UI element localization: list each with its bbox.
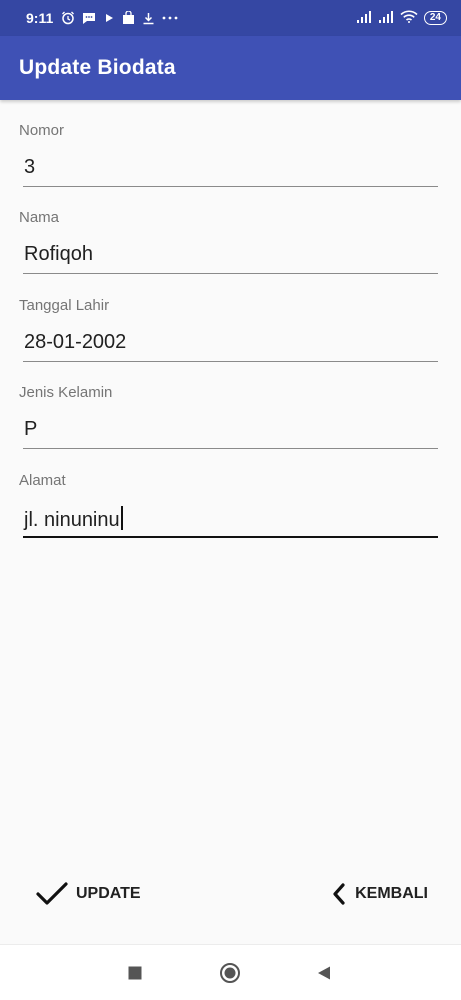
status-time: 9:11 xyxy=(26,10,54,26)
nama-underline xyxy=(23,273,438,274)
alamat-input[interactable]: jl. ninuninu xyxy=(24,506,123,532)
kembali-label: KEMBALI xyxy=(355,885,428,902)
jenis-kelamin-label: Jenis Kelamin xyxy=(19,384,113,401)
nama-input[interactable]: Rofiqoh xyxy=(24,243,93,266)
signal-icon xyxy=(356,10,372,26)
alamat-value: jl. ninuninu xyxy=(24,509,120,531)
recents-icon xyxy=(128,966,142,980)
check-icon xyxy=(36,882,68,905)
more-icon xyxy=(162,16,178,20)
jenis-kelamin-field[interactable]: Jenis Kelamin P xyxy=(19,384,438,449)
back-icon xyxy=(318,966,330,980)
jenis-kelamin-underline xyxy=(23,448,438,449)
alamat-label: Alamat xyxy=(19,472,66,489)
nama-label: Nama xyxy=(19,209,60,226)
alamat-underline xyxy=(23,536,438,538)
download-icon xyxy=(142,12,155,25)
nomor-field[interactable]: Nomor 3 xyxy=(19,122,438,187)
update-label: UPDATE xyxy=(76,885,141,902)
page-title: Update Biodata xyxy=(19,56,176,79)
wifi-icon xyxy=(400,10,418,26)
shop-icon xyxy=(122,11,135,25)
play-icon xyxy=(103,12,115,24)
home-button[interactable] xyxy=(210,953,250,993)
signal-icon xyxy=(378,10,394,26)
update-button[interactable]: UPDATE xyxy=(36,876,141,912)
home-icon xyxy=(220,963,240,983)
nama-field[interactable]: Nama Rofiqoh xyxy=(19,209,438,274)
status-bar: 9:11 24 xyxy=(0,0,461,36)
tanggal-lahir-input[interactable]: 28-01-2002 xyxy=(24,331,126,354)
text-cursor xyxy=(120,506,123,530)
nomor-label: Nomor xyxy=(19,122,65,139)
tanggal-lahir-underline xyxy=(23,361,438,362)
nomor-underline xyxy=(23,186,438,187)
tanggal-lahir-field[interactable]: Tanggal Lahir 28-01-2002 xyxy=(19,297,438,362)
alarm-icon xyxy=(61,11,75,25)
back-button[interactable] xyxy=(304,953,344,993)
battery-icon: 24 xyxy=(423,11,447,25)
chevron-left-icon xyxy=(333,883,345,905)
kembali-button[interactable]: KEMBALI xyxy=(331,876,428,912)
navigation-bar xyxy=(0,944,461,1000)
message-icon xyxy=(82,12,96,25)
jenis-kelamin-input[interactable]: P xyxy=(24,418,37,441)
nomor-input[interactable]: 3 xyxy=(24,156,35,179)
recents-button[interactable] xyxy=(115,953,155,993)
alamat-field[interactable]: Alamat jl. ninuninu xyxy=(19,472,438,538)
tanggal-lahir-label: Tanggal Lahir xyxy=(19,297,110,314)
app-bar: Update Biodata xyxy=(0,36,461,100)
